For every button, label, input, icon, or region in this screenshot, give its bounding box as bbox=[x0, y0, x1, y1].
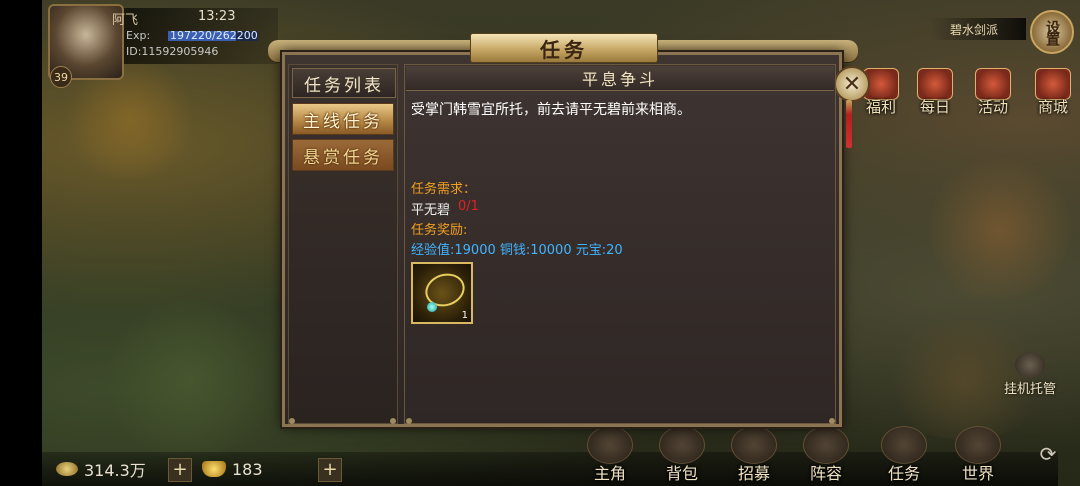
side-menu-events[interactable]: 活动 bbox=[970, 68, 1016, 116]
side-menu-label: 商城 bbox=[1037, 98, 1068, 116]
corner-rivet bbox=[829, 418, 835, 424]
bottom-menu-quest[interactable]: 任务 bbox=[872, 426, 936, 486]
tree-foliage bbox=[100, 300, 280, 460]
recruit-icon bbox=[731, 426, 777, 464]
player-hud[interactable]: 39 阿飞 13:23 Exp: 197220/262200 ID:115929… bbox=[48, 4, 278, 88]
quest-description: 受掌门韩雪宜所托，前去请平无碧前来相商。 bbox=[411, 102, 691, 118]
bottom-menu: 主角 背包 招募 阵容 任务 世界 bbox=[578, 426, 1018, 486]
bottom-menu-world[interactable]: 世界 bbox=[946, 426, 1010, 486]
side-menu: 福利 每日 活动 商城 bbox=[858, 68, 1080, 118]
hero-icon bbox=[587, 426, 633, 464]
side-menu-shop[interactable]: 商城 bbox=[1030, 68, 1076, 116]
faction-label: 碧水剑派 bbox=[930, 18, 1026, 40]
bottom-menu-recruit[interactable]: 招募 bbox=[722, 426, 786, 486]
tassel-decoration bbox=[846, 100, 852, 148]
settings-button[interactable]: 设置 bbox=[1030, 10, 1074, 54]
ingots-value: 183 bbox=[232, 459, 263, 479]
quest-name: 平息争斗 bbox=[406, 66, 834, 91]
quest-list-header: 任务列表 bbox=[292, 68, 396, 98]
reward-values: 经验值:19000 铜钱:10000 元宝:20 bbox=[411, 243, 623, 258]
auto-battle-label: 挂机托管 bbox=[1003, 382, 1056, 397]
player-name: 阿飞 bbox=[112, 13, 139, 28]
reward-item-quantity: 1 bbox=[461, 310, 468, 321]
player-id: ID:11592905946 bbox=[126, 45, 219, 58]
tab-main-quest[interactable]: 主线任务 bbox=[292, 103, 394, 135]
requirement-progress: 0/1 bbox=[458, 199, 479, 214]
coin-icon bbox=[56, 462, 78, 476]
quest-icon bbox=[881, 426, 927, 464]
dialog-title: 任务 bbox=[470, 33, 658, 63]
side-menu-daily[interactable]: 每日 bbox=[912, 68, 958, 116]
ingot-icon bbox=[202, 461, 226, 477]
close-button[interactable]: ✕ bbox=[834, 66, 870, 102]
exp-label: Exp: bbox=[126, 29, 151, 42]
corner-rivet bbox=[406, 418, 412, 424]
corner-rivet bbox=[390, 418, 396, 424]
side-menu-label: 活动 bbox=[977, 98, 1008, 116]
bottom-menu-hero[interactable]: 主角 bbox=[578, 426, 642, 486]
coins-display: 314.3万 bbox=[56, 458, 146, 480]
reward-item-slot[interactable]: 1 bbox=[411, 262, 473, 324]
ingots-display: 183 bbox=[202, 458, 263, 480]
close-icon: ✕ bbox=[842, 71, 862, 97]
coins-value: 314.3万 bbox=[84, 461, 146, 480]
add-coins-button[interactable]: + bbox=[168, 458, 192, 482]
bottom-menu-bag[interactable]: 背包 bbox=[650, 426, 714, 486]
level-badge: 39 bbox=[50, 66, 72, 88]
reward-label: 任务奖励: bbox=[411, 223, 468, 238]
left-letterbox bbox=[0, 0, 42, 486]
bottom-menu-formation[interactable]: 阵容 bbox=[794, 426, 858, 486]
crossed-swords-icon bbox=[1015, 352, 1045, 378]
corner-rivet bbox=[289, 418, 295, 424]
side-menu-label: 每日 bbox=[919, 98, 950, 116]
auto-battle-button[interactable]: 挂机托管 bbox=[1000, 352, 1060, 397]
requirement-target: 平无碧 bbox=[411, 203, 451, 218]
requirement-label: 任务需求： bbox=[411, 182, 477, 197]
tab-bounty-quest[interactable]: 悬赏任务 bbox=[292, 139, 394, 171]
world-icon bbox=[955, 426, 1001, 464]
side-menu-label: 福利 bbox=[865, 98, 896, 116]
formation-icon bbox=[803, 426, 849, 464]
add-ingots-button[interactable]: + bbox=[318, 458, 342, 482]
tree-foliage bbox=[930, 150, 1070, 310]
bag-icon bbox=[659, 426, 705, 464]
pendant-gem bbox=[427, 302, 437, 312]
exp-value: 197220/262200 bbox=[170, 29, 258, 42]
clock-time: 13:23 bbox=[198, 9, 236, 24]
refresh-icon[interactable]: ⟳ bbox=[1036, 442, 1060, 466]
